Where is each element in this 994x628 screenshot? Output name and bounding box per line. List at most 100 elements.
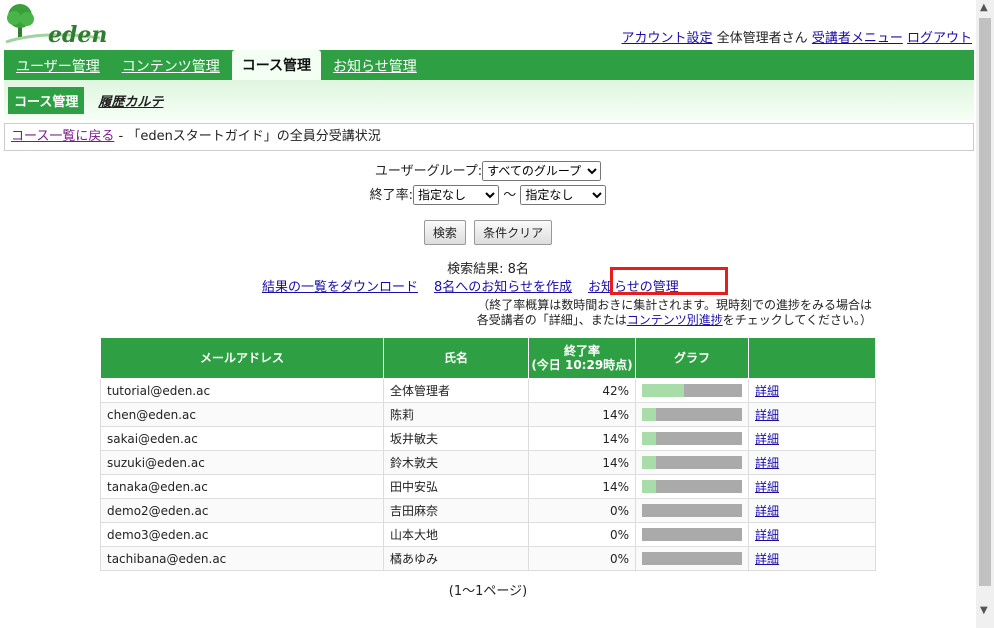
col-detail (748, 337, 876, 379)
create-notice-link[interactable]: 8名へのお知らせを作成 (434, 280, 572, 295)
row-detail: 詳細 (748, 450, 876, 475)
row-email: sakai@eden.ac (100, 426, 384, 451)
scroll-down-icon[interactable]: ▼ (980, 605, 988, 616)
progress-bar-fill (642, 432, 656, 445)
row-name: 坂井敏夫 (383, 426, 529, 451)
detail-link[interactable]: 詳細 (755, 384, 779, 398)
result-count: 検索結果: 8名 (447, 262, 529, 277)
progress-bar-fill (642, 480, 656, 493)
row-rate: 14% (528, 450, 636, 475)
row-email: suzuki@eden.ac (100, 450, 384, 475)
row-rate: 42% (528, 378, 636, 403)
table-row: tachibana@eden.ac 橘あゆみ 0% 詳細 (100, 546, 876, 571)
table-row: tutorial@eden.ac 全体管理者 42% 詳細 (100, 378, 876, 403)
col-graph: グラフ (635, 337, 749, 379)
scroll-thumb[interactable] (979, 18, 991, 586)
breadcrumb-title: - 「edenスタートガイド」の全員分受講状況 (114, 129, 381, 144)
row-email: chen@eden.ac (100, 402, 384, 427)
subtab-course-management[interactable]: コース管理 (8, 86, 85, 114)
tab-content-management[interactable]: コンテンツ管理 (112, 54, 230, 80)
row-rate: 14% (528, 474, 636, 499)
account-settings-link[interactable]: アカウント設定 (622, 31, 713, 46)
page: eden アカウント設定 全体管理者さん 受講者メニュー ログアウト ユーザー管… (0, 0, 976, 628)
progress-note: （終了率概算は数時間おきに集計されます。現時刻での進捗をみる場合は 各受講者の「… (477, 298, 872, 328)
row-rate: 0% (528, 546, 636, 571)
note-line-1: （終了率概算は数時間おきに集計されます。現時刻での進捗をみる場合は (477, 298, 872, 312)
learner-menu-link[interactable]: 受講者メニュー (812, 31, 903, 46)
row-rate: 14% (528, 426, 636, 451)
row-detail: 詳細 (748, 498, 876, 523)
progress-bar (642, 384, 742, 397)
table-row: suzuki@eden.ac 鈴木敦夫 14% 詳細 (100, 450, 876, 475)
table-row: demo2@eden.ac 吉田麻奈 0% 詳細 (100, 498, 876, 523)
group-select[interactable]: すべてのグループ (482, 161, 602, 181)
row-rate: 0% (528, 498, 636, 523)
row-detail: 詳細 (748, 474, 876, 499)
pager: (1〜1ページ) (448, 584, 528, 599)
content-progress-link[interactable]: コンテンツ別進捗 (627, 313, 723, 327)
table-row: tanaka@eden.ac 田中安弘 14% 詳細 (100, 474, 876, 499)
download-link[interactable]: 結果の一覧をダウンロード (262, 280, 418, 295)
sub-nav: コース管理 履歴カルテ (4, 80, 974, 120)
highlight-box (610, 267, 728, 295)
row-email: demo2@eden.ac (100, 498, 384, 523)
detail-link[interactable]: 詳細 (755, 456, 779, 470)
table-row: chen@eden.ac 陈莉 14% 詳細 (100, 402, 876, 427)
scroll-up-icon[interactable]: ▲ (980, 2, 988, 13)
detail-link[interactable]: 詳細 (755, 528, 779, 542)
clear-button[interactable]: 条件クリア (474, 220, 553, 245)
progress-bar (642, 432, 742, 445)
tab-course-management[interactable]: コース管理 (231, 50, 322, 80)
search-button[interactable]: 検索 (423, 220, 466, 245)
row-email: tachibana@eden.ac (100, 546, 384, 571)
row-graph (635, 546, 749, 571)
row-name: 全体管理者 (383, 378, 529, 403)
rate-label: 終了率: (369, 188, 414, 203)
detail-link[interactable]: 詳細 (755, 504, 779, 518)
progress-bar (642, 528, 742, 541)
row-detail: 詳細 (748, 378, 876, 403)
back-to-course-list-link[interactable]: コース一覧に戻る (11, 129, 114, 144)
row-email: tanaka@eden.ac (100, 474, 384, 499)
logout-link[interactable]: ログアウト (907, 31, 972, 46)
table-row: sakai@eden.ac 坂井敏夫 14% 詳細 (100, 426, 876, 451)
header: eden アカウント設定 全体管理者さん 受講者メニュー ログアウト (0, 0, 976, 50)
tab-user-management[interactable]: ユーザー管理 (6, 54, 110, 80)
breadcrumb: コース一覧に戻る - 「edenスタートガイド」の全員分受講状況 (4, 123, 974, 151)
detail-link[interactable]: 詳細 (755, 432, 779, 446)
tab-notice-management[interactable]: お知らせ管理 (323, 54, 427, 80)
progress-bar (642, 408, 742, 421)
progress-bar-fill (642, 456, 656, 469)
rate-from-select[interactable]: 指定なし (413, 185, 500, 205)
subtab-history-chart[interactable]: 履歴カルテ (92, 87, 169, 114)
scrollbar[interactable]: ▲ ▼ (976, 0, 994, 628)
table-row: demo3@eden.ac 山本大地 0% 詳細 (100, 522, 876, 547)
row-graph (635, 450, 749, 475)
detail-link[interactable]: 詳細 (755, 480, 779, 494)
detail-link[interactable]: 詳細 (755, 408, 779, 422)
progress-bar (642, 456, 742, 469)
row-name: 橘あゆみ (383, 546, 529, 571)
row-graph (635, 402, 749, 427)
main-nav: ユーザー管理 コンテンツ管理 コース管理 お知らせ管理 (4, 50, 974, 80)
col-email: メールアドレス (100, 337, 384, 379)
row-detail: 詳細 (748, 522, 876, 547)
row-graph (635, 426, 749, 451)
rate-to-select[interactable]: 指定なし (520, 185, 607, 205)
row-name: 山本大地 (383, 522, 529, 547)
row-detail: 詳細 (748, 546, 876, 571)
row-name: 吉田麻奈 (383, 498, 529, 523)
progress-bar (642, 552, 742, 565)
group-label: ユーザーグループ: (374, 164, 483, 179)
tilde: 〜 (503, 188, 517, 203)
row-rate: 0% (528, 522, 636, 547)
row-name: 鈴木敦夫 (383, 450, 529, 475)
row-graph (635, 474, 749, 499)
progress-bar (642, 480, 742, 493)
col-name: 氏名 (383, 337, 529, 379)
detail-link[interactable]: 詳細 (755, 552, 779, 566)
row-graph (635, 522, 749, 547)
logo-text: eden (48, 22, 108, 48)
col-rate: 終了率 (今日 10:29時点) (528, 337, 636, 379)
row-rate: 14% (528, 402, 636, 427)
